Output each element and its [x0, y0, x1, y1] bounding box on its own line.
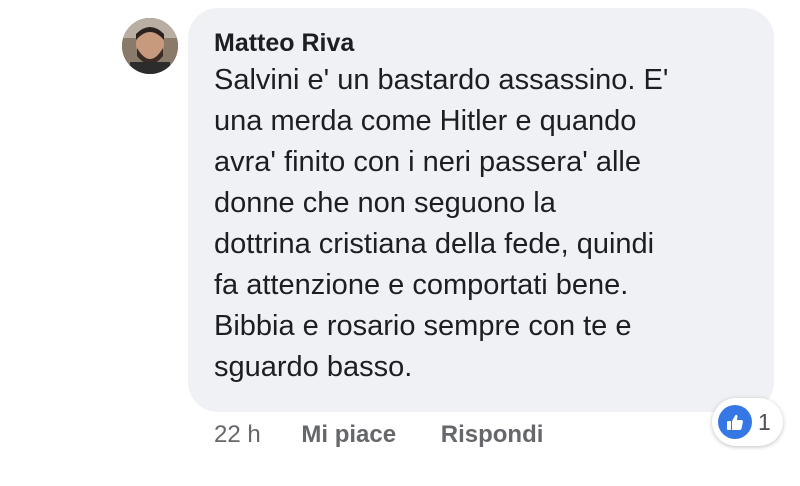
- comment-text-line: Bibbia e rosario sempre con te e: [214, 310, 632, 342]
- comment-text-line: una merda come Hitler e quando: [214, 105, 637, 137]
- author-avatar[interactable]: [122, 18, 178, 74]
- reply-button[interactable]: Rispondi: [441, 421, 544, 448]
- comment-actions: 22 h Mi piace Rispondi: [214, 420, 543, 450]
- comment-text-line: Salvini e' un bastardo assassino. E': [214, 64, 669, 96]
- like-button[interactable]: Mi piace: [301, 421, 396, 448]
- reaction-count: 1: [758, 408, 771, 435]
- comment-text-line: donne che non seguono la: [214, 187, 556, 219]
- comment: Matteo Riva Salvini e' un bastardo assas…: [0, 0, 800, 486]
- comment-timestamp[interactable]: 22 h: [214, 421, 261, 448]
- comment-text: Salvini e' un bastardo assassino. E' una…: [214, 60, 748, 388]
- comment-text-line: fa attenzione e comportati bene.: [214, 269, 629, 301]
- comment-text-line: sguardo basso.: [214, 351, 413, 383]
- comment-bubble: Matteo Riva Salvini e' un bastardo assas…: [188, 8, 774, 412]
- thumbs-up-glyph-icon: [727, 414, 743, 430]
- author-name[interactable]: Matteo Riva: [214, 28, 748, 58]
- comment-text-line: avra' finito con i neri passera' alle: [214, 146, 641, 178]
- thumbs-up-icon: [718, 405, 752, 439]
- reaction-summary[interactable]: 1: [712, 398, 783, 446]
- comment-text-line: dottrina cristiana della fede, quindi: [214, 228, 655, 260]
- avatar-photo-icon: [122, 18, 178, 74]
